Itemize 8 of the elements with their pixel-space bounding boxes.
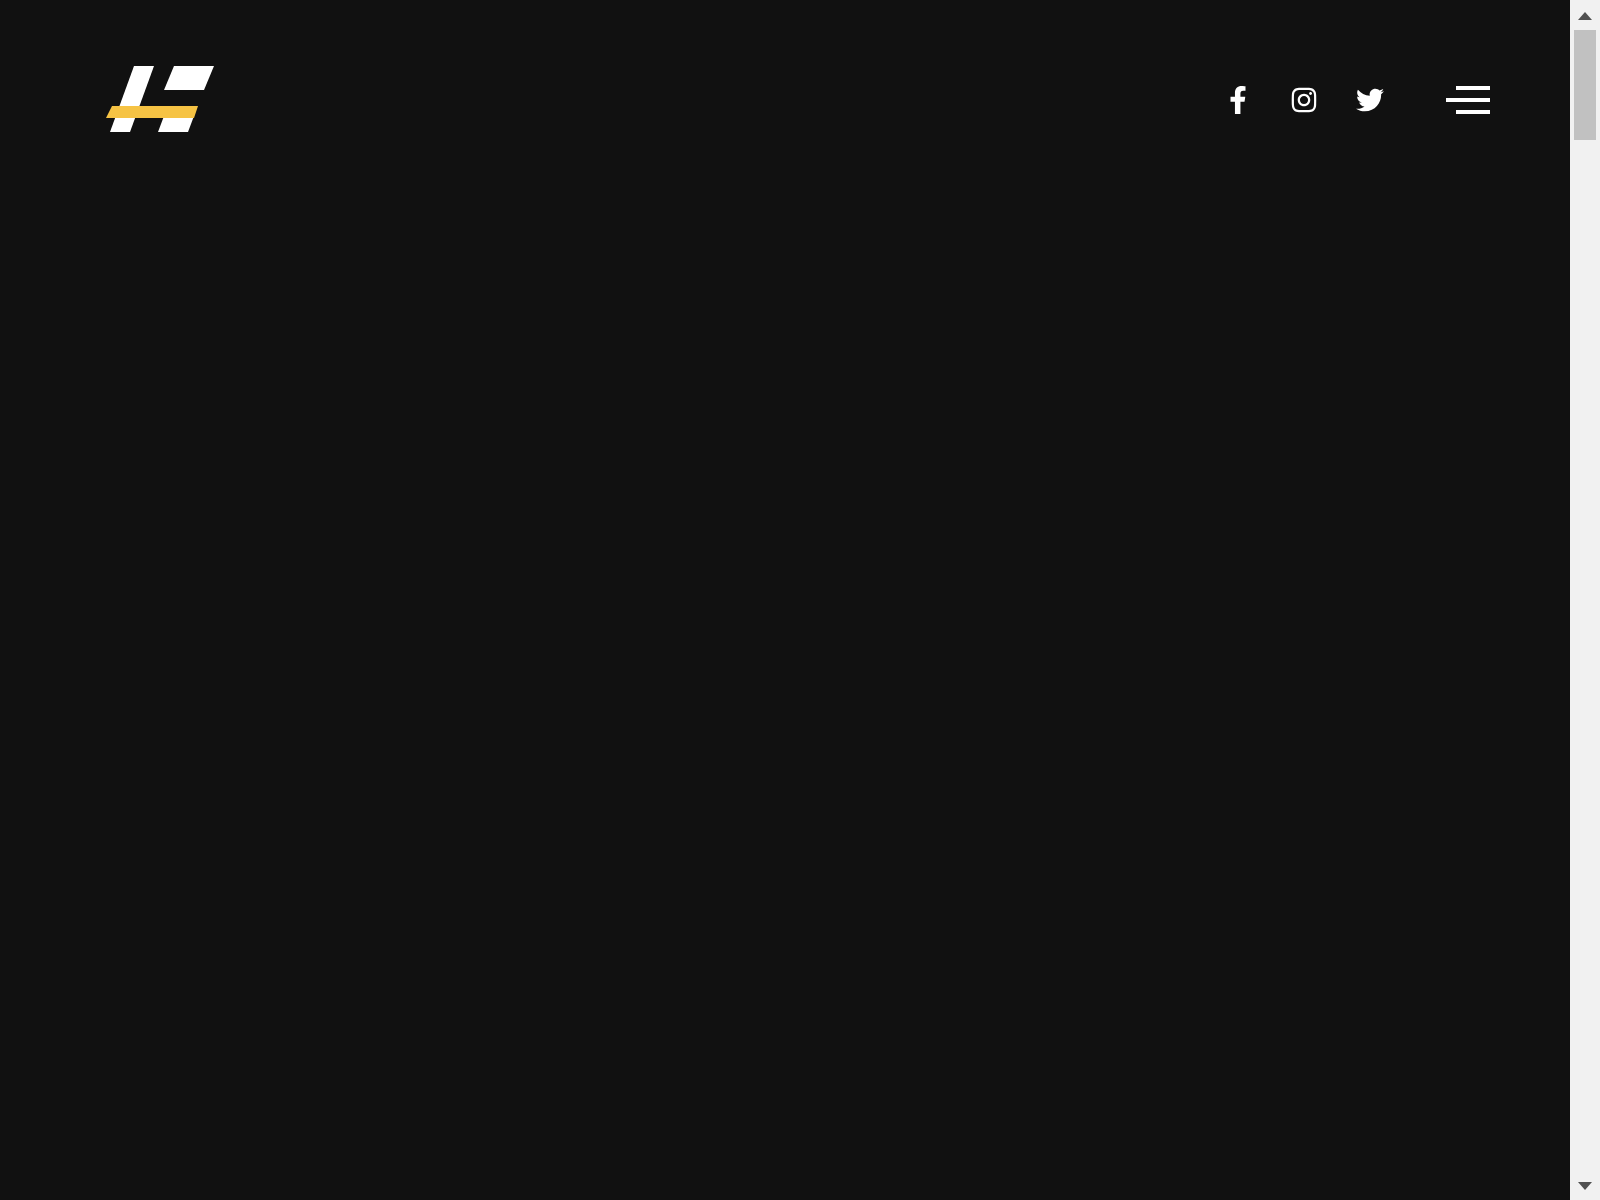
scroll-down-icon[interactable] [1578,1181,1592,1189]
twitter-icon[interactable] [1356,86,1384,114]
scrollbar-thumb[interactable] [1574,30,1596,140]
instagram-icon[interactable] [1290,86,1318,114]
scrollbar[interactable] [1570,0,1600,1200]
logo-icon[interactable] [106,66,214,134]
menu-icon[interactable] [1446,86,1490,114]
scroll-up-icon[interactable] [1578,11,1592,19]
